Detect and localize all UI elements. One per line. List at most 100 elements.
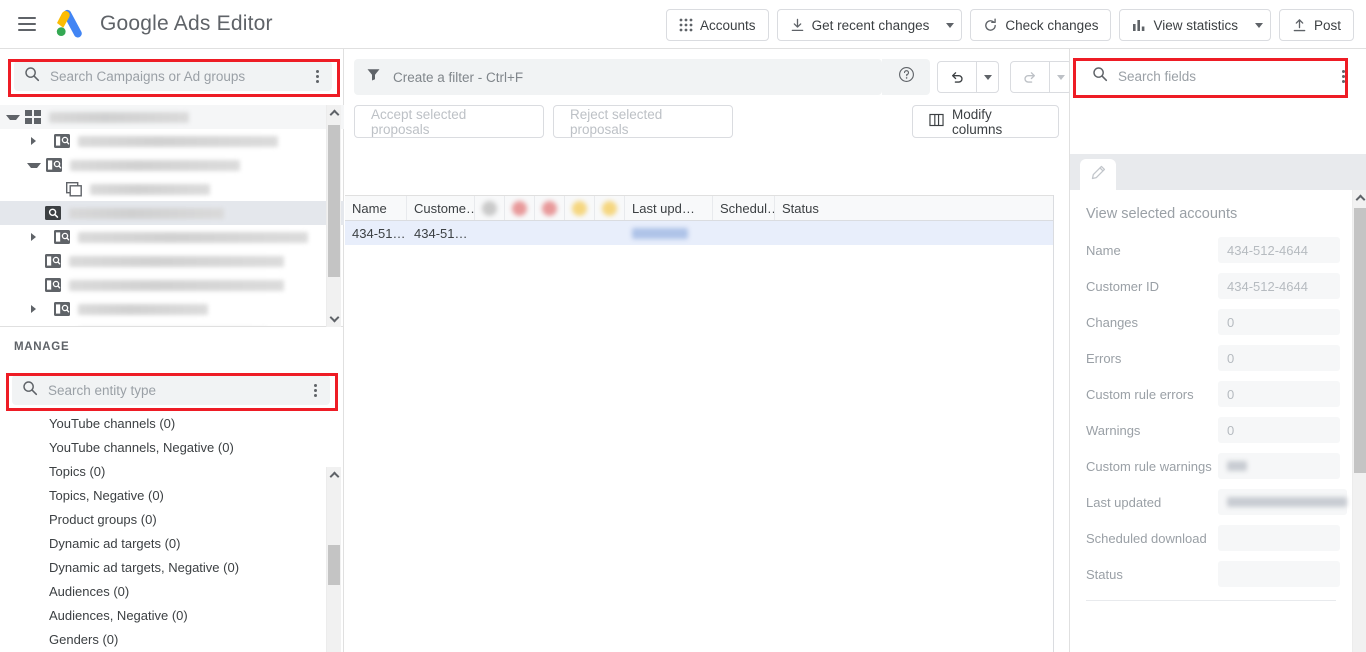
field-value[interactable]: 0	[1218, 417, 1340, 443]
field-row: Changes 0	[1070, 304, 1352, 340]
modify-columns-button[interactable]: Modify columns	[912, 105, 1059, 138]
table-scrollbar[interactable]	[1053, 195, 1068, 652]
campaign-search-field[interactable]	[14, 61, 332, 91]
table-column-header-icon[interactable]	[595, 196, 625, 220]
table-column-header-icon[interactable]	[535, 196, 565, 220]
field-label: Changes	[1086, 314, 1139, 330]
post-button[interactable]: Post	[1278, 9, 1354, 41]
entity-search-field[interactable]	[12, 375, 330, 405]
account-tree-row[interactable]	[0, 273, 344, 297]
fields-search-more-icon[interactable]	[1334, 69, 1352, 83]
table-column-header[interactable]: Schedul…	[713, 196, 775, 220]
account-name-redacted	[69, 279, 284, 291]
account-tree-row[interactable]	[0, 201, 344, 225]
field-value[interactable]	[1218, 525, 1340, 551]
view-statistics-button[interactable]: View statistics	[1119, 9, 1271, 41]
entity-type-list[interactable]: YouTube channels (0) YouTube channels, Ne…	[0, 411, 344, 652]
entity-type-item[interactable]: YouTube channels, Negative (0)	[0, 435, 344, 459]
undo-dropdown[interactable]	[976, 62, 998, 92]
fields-search-input[interactable]	[1118, 68, 1334, 84]
table-column-header[interactable]: Custome…	[407, 196, 475, 220]
account-tree-row[interactable]	[0, 105, 344, 129]
twisty-expanded-icon[interactable]	[6, 114, 20, 120]
right-panel-scrollbar[interactable]	[1352, 190, 1366, 652]
search-icon	[1092, 66, 1108, 87]
scroll-up-arrow[interactable]	[327, 105, 341, 121]
table-column-header[interactable]: Status	[775, 196, 1065, 220]
scroll-thumb[interactable]	[328, 545, 340, 585]
scroll-up-arrow[interactable]	[327, 467, 341, 483]
account-tree-row[interactable]	[0, 177, 344, 201]
account-tree-scrollbar[interactable]	[326, 105, 341, 327]
twisty-collapsed-icon[interactable]	[31, 305, 45, 313]
scroll-thumb[interactable]	[328, 125, 340, 277]
entity-type-item[interactable]: Topics, Negative (0)	[0, 483, 344, 507]
undo-group[interactable]	[937, 61, 999, 93]
account-tree-row[interactable]	[0, 225, 344, 249]
entity-type-item[interactable]: Topics (0)	[0, 459, 344, 483]
entity-type-item[interactable]: Dynamic ad targets, Negative (0)	[0, 555, 344, 579]
field-value[interactable]	[1218, 561, 1340, 587]
entity-search-more-icon[interactable]	[306, 383, 324, 397]
entity-type-item[interactable]: Audiences, Negative (0)	[0, 603, 344, 627]
table-column-header-icon[interactable]	[565, 196, 595, 220]
redo-dropdown	[1049, 62, 1071, 92]
table-column-header[interactable]: Last upd…	[625, 196, 713, 220]
get-recent-changes-dropdown[interactable]	[939, 10, 961, 40]
check-changes-button[interactable]: Check changes	[970, 9, 1112, 41]
undo-button[interactable]	[938, 62, 976, 92]
field-value[interactable]: 434-512-4644	[1218, 237, 1340, 263]
account-tree[interactable]	[0, 105, 344, 327]
account-tree-row[interactable]	[0, 153, 344, 177]
scroll-down-arrow[interactable]	[327, 311, 341, 327]
table-row[interactable]: 434-51… 434-51…	[345, 221, 1068, 245]
entity-search-input[interactable]	[48, 382, 306, 398]
undo-redo-group	[937, 61, 1072, 93]
account-name-redacted	[69, 207, 224, 219]
table-column-header-icon[interactable]	[505, 196, 535, 220]
field-value[interactable]: 434-512-4644	[1218, 273, 1340, 299]
view-statistics-dropdown[interactable]	[1248, 10, 1270, 40]
accounts-button[interactable]: Accounts	[666, 9, 769, 41]
entity-type-item[interactable]: Genders (0)	[0, 627, 344, 651]
account-search-icon	[45, 254, 61, 268]
account-tree-row[interactable]	[0, 249, 344, 273]
entity-type-item[interactable]: Audiences (0)	[0, 579, 344, 603]
right-details-panel: View selected accounts Name434-512-4644C…	[1069, 49, 1366, 652]
tab-edit[interactable]	[1080, 159, 1116, 190]
twisty-expanded-icon[interactable]	[27, 162, 41, 168]
account-tree-row[interactable]	[0, 129, 344, 153]
twisty-collapsed-icon[interactable]	[31, 137, 45, 145]
entity-type-item[interactable]: YouTube channels (0)	[0, 411, 344, 435]
entity-type-item[interactable]: Product groups (0)	[0, 507, 344, 531]
twisty-collapsed-icon[interactable]	[31, 233, 45, 241]
scroll-thumb[interactable]	[1354, 208, 1366, 473]
scroll-track[interactable]	[1054, 195, 1068, 652]
table-column-header[interactable]: Name	[345, 196, 407, 220]
accept-selected-proposals-button[interactable]: Accept selected proposals	[354, 105, 544, 138]
field-value[interactable]: 0	[1218, 345, 1340, 371]
field-value[interactable]	[1218, 453, 1340, 479]
account-tree-row[interactable]	[0, 297, 344, 321]
hamburger-menu-icon[interactable]	[18, 17, 36, 31]
status-indicator-icon	[512, 200, 527, 216]
account-tree-row[interactable]	[0, 321, 344, 326]
field-value[interactable]: 0	[1218, 309, 1340, 335]
get-recent-changes-button[interactable]: Get recent changes	[776, 9, 963, 41]
reject-selected-proposals-button[interactable]: Reject selected proposals	[553, 105, 733, 138]
field-row: Name 434-512-4644	[1070, 232, 1352, 268]
entity-list-scrollbar[interactable]	[326, 467, 341, 652]
campaign-search-more-icon[interactable]	[308, 69, 326, 83]
campaign-search-input[interactable]	[50, 68, 308, 84]
fields-search-field[interactable]	[1082, 59, 1358, 93]
table-column-header-icon[interactable]	[475, 196, 505, 220]
filter-help-button[interactable]	[882, 59, 930, 95]
scroll-up-arrow[interactable]	[1353, 190, 1366, 206]
field-label: Custom rule warnings	[1086, 458, 1212, 474]
field-value[interactable]: 0	[1218, 381, 1340, 407]
field-value[interactable]	[1218, 489, 1347, 515]
filter-field[interactable]: Create a filter - Ctrl+F	[354, 59, 882, 95]
entity-type-item[interactable]: Dynamic ad targets (0)	[0, 531, 344, 555]
account-name-redacted	[78, 135, 278, 147]
account-search-icon	[45, 278, 61, 292]
